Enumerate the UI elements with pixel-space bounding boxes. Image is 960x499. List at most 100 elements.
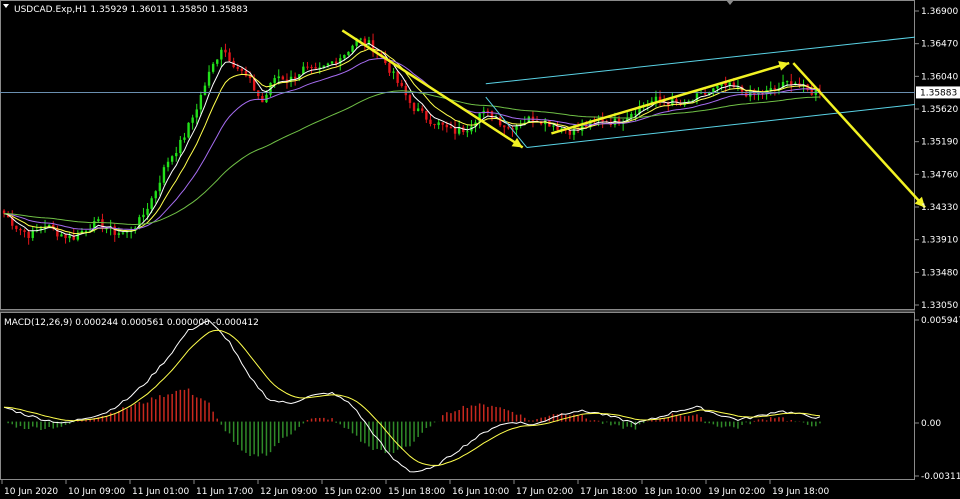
candle-body — [769, 88, 772, 91]
candle-body — [712, 88, 715, 93]
price-tick-label: 1.34330 — [921, 203, 958, 213]
collapse-triangle-icon[interactable] — [3, 4, 9, 8]
macd-tick-label: -0.003119 — [921, 472, 960, 482]
candle-body — [310, 66, 313, 68]
price-tick-label: 1.36900 — [921, 7, 958, 17]
candle-body — [347, 51, 350, 56]
candle-body — [421, 108, 424, 111]
candle-body — [158, 182, 162, 192]
candle-body — [170, 156, 174, 162]
candle-body — [216, 59, 219, 64]
candle-body — [507, 127, 510, 129]
candle-body — [224, 49, 227, 53]
macd-tick-label: 0.00 — [921, 419, 941, 429]
candle-body — [326, 63, 330, 66]
price-tick-label: 1.35620 — [921, 105, 958, 115]
time-tick-label: 16 Jun 10:00 — [452, 487, 509, 497]
time-tick-label: 17 Jun 02:00 — [516, 487, 573, 497]
channel-upper-line — [485, 36, 916, 85]
candle-body — [101, 219, 104, 229]
time-tick-label: 10 Jun 2020 — [4, 487, 58, 497]
candle-body — [568, 130, 572, 135]
candle-body — [441, 122, 444, 125]
candle-body — [162, 167, 166, 183]
macd-tick-label: 0.005947 — [921, 316, 960, 326]
trading-chart[interactable]: 1.36900 1.36470 1.36040 1.35620 1.35190 1.347… — [0, 0, 960, 499]
candle-body — [187, 122, 190, 138]
candle-body — [236, 67, 239, 69]
macd-panel-frame — [0, 312, 915, 480]
candle-body — [207, 71, 211, 86]
price-tick-label: 1.36040 — [921, 72, 958, 82]
channel-lower-line — [526, 104, 916, 148]
candle-body — [146, 208, 149, 215]
candle-body — [408, 95, 412, 103]
candle-body — [191, 117, 194, 123]
price-tick-label: 1.34760 — [921, 170, 958, 180]
candle-body — [773, 88, 777, 90]
candle-body — [388, 62, 391, 73]
candle-body — [179, 139, 182, 154]
candle-body — [220, 49, 223, 60]
candle-body — [27, 231, 30, 238]
symbol-ohlc-label: USDCAD.Exp,H1 1.35929 1.36011 1.35850 1.… — [14, 5, 248, 15]
candle-body — [351, 45, 354, 52]
price-tick-label: 1.35190 — [921, 138, 958, 148]
forecast-arrow — [792, 62, 926, 209]
time-tick-label: 19 Jun 02:00 — [708, 487, 765, 497]
candle-body — [64, 234, 67, 239]
slow-ma-line — [3, 57, 820, 231]
signal-line — [3, 329, 820, 466]
candle-body — [449, 127, 453, 129]
candle-body — [330, 61, 334, 64]
shift-marker-icon[interactable] — [726, 0, 734, 5]
candle-body — [343, 55, 346, 59]
candle-body — [392, 71, 395, 73]
candle-body — [306, 66, 309, 68]
candle-body — [634, 113, 637, 115]
candle-body — [716, 85, 719, 89]
candle-body — [68, 235, 71, 239]
down-trend-arrow — [341, 29, 524, 149]
candle-body — [113, 226, 116, 235]
candle-body — [195, 109, 198, 118]
candle-body — [166, 161, 170, 168]
main-panel-frame — [0, 0, 915, 310]
time-tick-label: 19 Jun 18:00 — [772, 487, 829, 497]
candle-body — [23, 230, 26, 232]
time-tick-label: 11 Jun 17:00 — [196, 487, 253, 497]
candle-body — [334, 61, 338, 64]
candle-body — [150, 198, 153, 209]
candle-body — [203, 85, 207, 95]
candle-body — [498, 117, 502, 126]
candle-body — [396, 71, 399, 83]
candle-body — [142, 214, 145, 218]
candle-body — [228, 52, 231, 62]
candle-body — [199, 94, 203, 110]
candle-body — [183, 137, 186, 140]
price-tick-label: 1.33910 — [921, 236, 958, 246]
candle-body — [121, 232, 125, 234]
candle-body — [211, 63, 215, 72]
time-tick-label: 11 Jun 01:00 — [132, 487, 189, 497]
candle-body — [359, 38, 362, 40]
candle-body — [433, 123, 436, 126]
candle-body — [416, 108, 420, 112]
candle-body — [400, 82, 403, 86]
candle-body — [425, 110, 428, 120]
candle-body — [453, 127, 457, 134]
candle-body — [257, 90, 260, 97]
candle-body — [277, 76, 280, 79]
candle-body — [486, 110, 490, 112]
candle-body — [412, 102, 416, 112]
candle-body — [445, 124, 449, 128]
candle-body — [503, 125, 506, 128]
candle-body — [630, 113, 633, 118]
candle-body — [117, 233, 121, 235]
time-tick-label: 15 Jun 18:00 — [388, 487, 445, 497]
candle-body — [154, 191, 157, 199]
candle-body — [429, 119, 432, 124]
candle-body — [97, 219, 100, 222]
candle-body — [466, 131, 469, 133]
candle-body — [76, 233, 80, 240]
